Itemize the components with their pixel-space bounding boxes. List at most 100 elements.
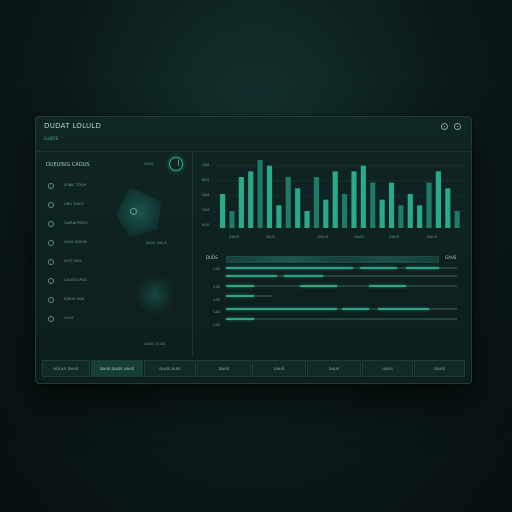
title-bar: DUDAT LOLULD GUIDE (36, 117, 471, 152)
bar (426, 182, 432, 228)
circle-icon (48, 278, 54, 284)
footer-button[interactable]: GAUS (252, 360, 306, 377)
bar (379, 199, 385, 228)
timeline-segment[interactable] (378, 308, 430, 310)
list-item-label: GAIRIK PIDUS (64, 221, 88, 225)
list-item[interactable]: CAUS DIDUIS (48, 239, 108, 249)
row-label: CAS (213, 323, 221, 327)
bar (248, 171, 254, 228)
footer-button[interactable]: DAUS (197, 360, 251, 377)
bar (220, 194, 226, 228)
list-item[interactable]: SOIT DIUS (48, 258, 108, 268)
circle-icon (48, 316, 54, 322)
footer-button[interactable]: UAUS (362, 360, 413, 377)
timeline-segment[interactable] (406, 267, 439, 269)
panel-header: DUEUISIG CADUS (46, 162, 90, 168)
timeline-segment[interactable] (369, 285, 407, 287)
list-item-label: CAUSITLIPDS (64, 278, 87, 282)
timeline-segment[interactable] (226, 318, 254, 320)
close-icon[interactable] (454, 123, 461, 130)
app-title: DUDAT LOLULD (44, 122, 102, 130)
panel-note: LIDUS DUDS (144, 342, 166, 346)
circle-icon (48, 183, 54, 189)
list-item-label: CAUS DIDUIS (64, 240, 87, 244)
bar (266, 165, 273, 228)
timeline-segment[interactable] (226, 295, 254, 297)
x-tick-label: DAAS (354, 235, 364, 239)
timeline-segment[interactable] (283, 275, 324, 277)
panel-note: SAUS SIAUS (146, 241, 168, 245)
bar (276, 205, 282, 228)
y-tick-label: GOS (202, 208, 210, 212)
timeline-label-right: GAUS (445, 255, 457, 260)
circle-icon (48, 240, 54, 246)
timeline-segment[interactable] (226, 308, 337, 310)
app-subtitle: GUIDE (44, 137, 59, 142)
circle-icon (48, 221, 54, 227)
timeline-label-left: DUDS (206, 255, 218, 260)
timeline-segment[interactable] (226, 275, 277, 277)
glow-graphic (136, 275, 174, 315)
timeline-segment[interactable] (299, 285, 337, 287)
bar (388, 182, 395, 228)
list-item[interactable]: LIRG SUICS (48, 201, 108, 211)
list-item-label: CAUS (64, 316, 74, 320)
x-tick-label: DUUS (318, 235, 329, 239)
circle-icon (48, 297, 54, 303)
radar-graphic (116, 187, 162, 237)
footer-button[interactable]: DAUS DUDS UAUS (91, 360, 143, 377)
y-tick-label: GAS (202, 193, 210, 197)
timeline-panel: DUDS GAUS CAS CAS CAS CAS CAS (196, 252, 471, 357)
x-tick-label: DUUS (389, 235, 400, 239)
settings-icon[interactable] (441, 123, 448, 130)
bar (351, 171, 357, 228)
x-tick-label: DUUS (229, 235, 240, 239)
footer-button[interactable]: GAUS (414, 360, 465, 377)
panel-badge: SAUS (144, 162, 154, 166)
timeline-segment[interactable] (226, 285, 254, 287)
timeline-segment[interactable] (359, 267, 397, 269)
list-item[interactable]: IDDUS ASIA (48, 296, 108, 306)
list-item[interactable]: CAUS (48, 315, 108, 325)
list-item[interactable]: GAIRIK PIDUS (48, 220, 108, 230)
list-item[interactable]: CAUSITLIPDS (48, 277, 108, 287)
list-item-label: SOIT DIUS (64, 259, 82, 263)
refresh-icon[interactable] (169, 157, 183, 171)
bar (304, 211, 310, 228)
row-label: CAS (213, 267, 221, 271)
x-tick-label: DUUS (427, 235, 438, 239)
row-label: CAS (213, 310, 221, 314)
bar (360, 165, 366, 228)
bar-chart: GAS BOS GAS GOS AUS DUUS TAUS DUUS DAAS … (196, 152, 471, 247)
list-item-label: LIRG SUICS (64, 202, 84, 206)
bar (285, 177, 291, 228)
bar (257, 160, 263, 228)
circle-icon (48, 259, 54, 265)
footer-button[interactable]: DUGS AUIS (144, 360, 196, 377)
row-label: CAS (213, 298, 221, 302)
footer-button[interactable]: DAUS (307, 360, 361, 377)
timeline-segment[interactable] (341, 308, 370, 310)
bar (417, 205, 423, 228)
timeline-segment[interactable] (226, 267, 354, 269)
timeline-track (226, 318, 457, 320)
timeline-track (226, 285, 457, 287)
bar (370, 182, 376, 228)
bar (342, 194, 348, 228)
footer-button[interactable]: UDULS DUUS (42, 360, 90, 377)
bar (229, 211, 235, 228)
left-panel: DUEUISIG CADUS SAUS SUNIC TDOH LIRG SUIC… (36, 152, 193, 357)
list-item-label: IDDUS ASIA (64, 297, 85, 301)
bar (295, 188, 301, 228)
y-tick-label: BOS (202, 178, 210, 182)
row-label: CAS (213, 285, 221, 289)
circle-icon (48, 202, 54, 208)
timeline-scrubber[interactable] (226, 256, 439, 263)
bar (398, 205, 404, 228)
x-tick-label: TAUS (266, 235, 276, 239)
bar (445, 188, 451, 228)
y-tick-label: AUS (202, 223, 210, 227)
bar (454, 211, 460, 228)
list-item-label: SUNIC TDOH (64, 183, 87, 187)
list-item[interactable]: SUNIC TDOH (48, 182, 108, 192)
